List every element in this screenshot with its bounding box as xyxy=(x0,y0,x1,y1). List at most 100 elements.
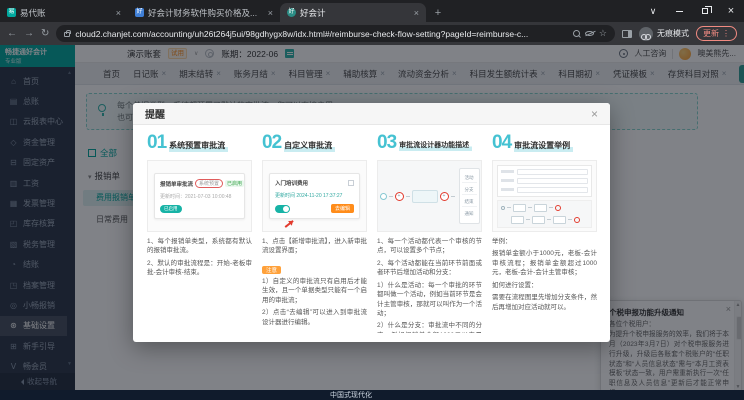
tab1-title: 易代账 xyxy=(20,7,112,19)
enable-toggle xyxy=(275,205,290,213)
tab-search-icon[interactable] xyxy=(640,0,666,22)
tab1-close-icon[interactable] xyxy=(116,8,121,18)
restore-button[interactable] xyxy=(692,0,718,22)
step-2-header: 02 自定义审批流 xyxy=(262,133,367,155)
step-1-text: 1、每个报销单类型，系统都有默认的报销审批流。 2、默认的审批流程是：开始-老板… xyxy=(147,237,252,278)
minimize-button[interactable] xyxy=(666,0,692,22)
form-row xyxy=(501,178,588,184)
card-row: 报销单审批流 系统预置 已启用 xyxy=(160,179,239,188)
add-node-highlight: + xyxy=(395,192,404,201)
modal-header: 提醒 xyxy=(133,103,610,125)
step-4-title: 审批流设置举例 xyxy=(514,140,573,152)
address-bar[interactable]: cloud2.chanjet.com/accounting/uh26t264j5… xyxy=(56,25,615,42)
back-icon[interactable]: ← xyxy=(7,29,17,39)
add-node-highlight: + xyxy=(440,192,449,201)
flow-start-node xyxy=(380,193,387,200)
step-4-number: 04 xyxy=(492,133,511,153)
tab1-favicon: 易 xyxy=(7,8,16,17)
incognito-badge: 无痕模式 xyxy=(639,27,689,41)
step-1-preset-flow: 01 系统预置审批流 报销单审批流 系统预置 已启用 更新时间：2021-07-… xyxy=(147,133,252,333)
flow-line xyxy=(406,196,410,197)
step-4-header: 04 审批流设置举例 xyxy=(492,133,597,155)
red-arrow-icon xyxy=(285,220,294,227)
lock-icon xyxy=(64,32,70,37)
step-2-screenshot: 入门培训费用 更新时间 2024-11-20 17:37:27 去编辑 xyxy=(262,160,367,232)
step-3-designer: 03 审批流设计器功能描述 + + 活动 分支 xyxy=(377,133,482,333)
url-text[interactable]: cloud2.chanjet.com/accounting/uh26t264j5… xyxy=(75,29,568,39)
form-row xyxy=(501,187,588,193)
enabled-pill: 已启用 xyxy=(160,205,182,213)
incognito-label: 无痕模式 xyxy=(657,28,689,39)
status-badge: 已启用 xyxy=(225,180,244,187)
step-2-text: 1、点击【新增审批流】，进入新审批流设置界面； 注意 1）自定义的审批流只有启用… xyxy=(262,237,367,327)
step-3-screenshot: + + 活动 分支 结束 通知 xyxy=(377,160,482,232)
tab3-title: 好会计 xyxy=(300,7,410,19)
browser-tab-1[interactable]: 易 易代账 xyxy=(0,3,128,22)
step-1-number: 01 xyxy=(147,133,166,153)
step-3-title: 审批流设计器功能描述 xyxy=(399,140,472,151)
flow-branch-2 xyxy=(501,216,588,224)
close-window-button[interactable] xyxy=(718,0,744,22)
zoom-icon[interactable] xyxy=(573,30,580,37)
screen: 易 易代账 好 好会计财务软件购买价格及... 好 好会计 ← → ↻ clou… xyxy=(0,0,744,400)
browser-toolbar: ← → ↻ cloud2.chanjet.com/accounting/uh26… xyxy=(0,22,744,45)
edit-button: 去编辑 xyxy=(331,204,354,213)
app-window: 畅捷通好会计 专业版 ▲ ⌂首页 ▤总账 ◫云报表中心 ◇资金管理 ⊟固定资产 … xyxy=(0,45,744,390)
flow-line xyxy=(389,196,393,197)
step-2-title: 自定义审批流 xyxy=(284,140,335,152)
new-tab-button[interactable] xyxy=(430,6,446,22)
step-2-custom-flow: 02 自定义审批流 入门培训费用 更新时间 2024-11-20 17:37:2… xyxy=(262,133,367,333)
taskbar-news-text: 中国式现代化 xyxy=(330,390,372,400)
tab3-close-icon[interactable] xyxy=(414,8,419,18)
step-4-example: 04 审批流设置举例 xyxy=(492,133,597,333)
step-3-number: 03 xyxy=(377,133,396,153)
reload-icon[interactable]: ↻ xyxy=(41,29,49,39)
step-4-screenshot xyxy=(492,160,597,232)
forward-icon[interactable]: → xyxy=(24,29,34,39)
card-meta: 更新时间：2021-07-03 10:00:48 xyxy=(160,193,239,200)
window-controls xyxy=(640,0,744,22)
step-1-screenshot: 报销单审批流 系统预置 已启用 更新时间：2021-07-03 10:00:48… xyxy=(147,160,252,232)
tab2-favicon: 好 xyxy=(135,8,144,17)
branch-highlight xyxy=(555,205,561,211)
preset-flow-card: 报销单审批流 系统预置 已启用 更新时间：2021-07-03 10:00:48… xyxy=(154,173,245,219)
taskbar: 中国式现代化 xyxy=(0,390,744,400)
activity-node xyxy=(412,190,438,203)
modal-title: 提醒 xyxy=(145,106,165,121)
flow-branch-1 xyxy=(501,204,588,212)
tab2-title: 好会计财务软件购买价格及... xyxy=(148,7,264,19)
modal-close-icon[interactable] xyxy=(591,108,598,120)
designer-side-panel: 活动 分支 结束 通知 xyxy=(459,168,480,224)
side-panel-icon[interactable] xyxy=(622,30,632,38)
example-flow xyxy=(497,200,592,228)
modal-body: 01 系统预置审批流 报销单审批流 系统预置 已启用 更新时间：2021-07-… xyxy=(133,125,610,341)
bookmark-star-icon[interactable] xyxy=(599,28,607,39)
card-row: 入门培训费用 xyxy=(275,179,354,187)
card-footer: 去编辑 xyxy=(275,204,354,213)
eye-off-icon[interactable] xyxy=(585,31,594,36)
note-badge: 注意 xyxy=(262,266,281,274)
browser-update-button[interactable]: 更新 xyxy=(696,26,737,41)
card-footer: 已启用 xyxy=(160,205,239,213)
card-corner-icon xyxy=(348,180,354,186)
step-1-header: 01 系统预置审批流 xyxy=(147,133,252,155)
browser-tabstrip: 易 易代账 好 好会计财务软件购买价格及... 好 好会计 xyxy=(0,0,744,22)
example-form xyxy=(497,165,592,197)
flow-line xyxy=(451,196,455,197)
tab3-favicon: 好 xyxy=(287,8,296,17)
reminder-modal: 提醒 01 系统预置审批流 报销单审批流 系统预置 xyxy=(133,103,610,342)
browser-tab-2[interactable]: 好 好会计财务软件购买价格及... xyxy=(128,3,280,22)
step-1-title: 系统预置审批流 xyxy=(169,140,228,152)
card-meta: 更新时间 2024-11-20 17:37:27 xyxy=(275,192,354,199)
branch-highlight xyxy=(574,217,580,223)
form-row xyxy=(501,169,588,175)
step-3-header: 03 审批流设计器功能描述 xyxy=(377,133,482,155)
browser-tab-3-active[interactable]: 好 好会计 xyxy=(280,3,426,22)
custom-flow-card: 入门培训费用 更新时间 2024-11-20 17:37:27 去编辑 xyxy=(269,173,360,219)
tab2-close-icon[interactable] xyxy=(268,8,273,18)
circled-tag: 系统预置 xyxy=(195,179,223,188)
update-label: 更新 xyxy=(703,28,719,39)
browser-menu-icon[interactable] xyxy=(722,29,730,38)
incognito-icon xyxy=(639,27,653,41)
step-3-text: 1、每一个活动都代表一个审核的节点，可以设置多个节点； 2、每个活动都能在当前环… xyxy=(377,237,482,333)
